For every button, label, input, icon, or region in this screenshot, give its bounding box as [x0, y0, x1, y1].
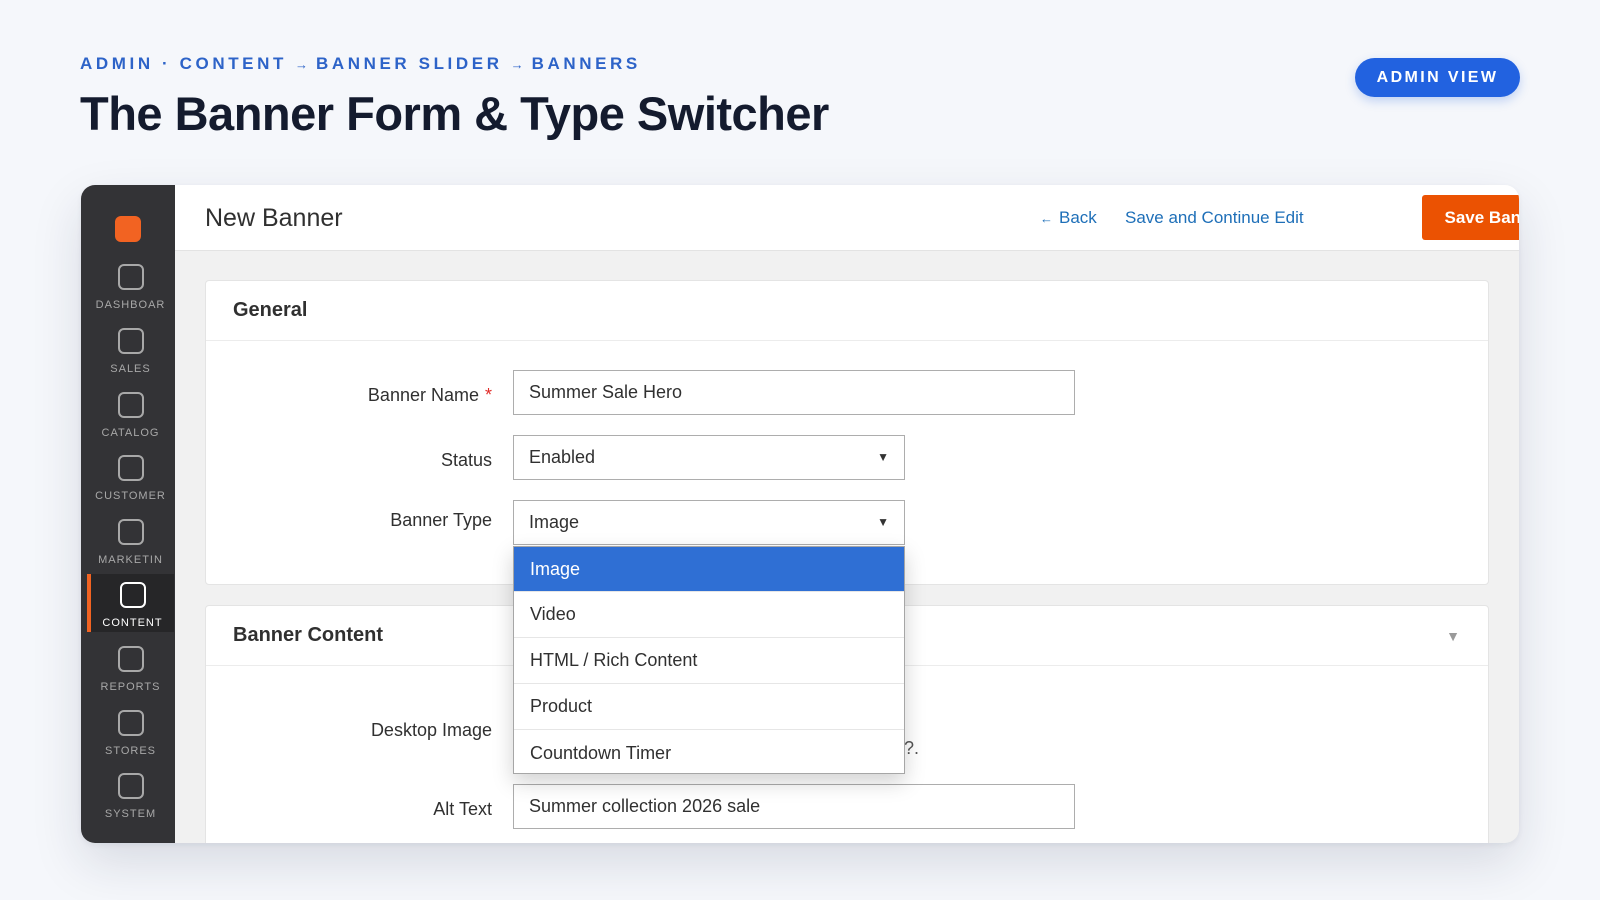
- banner-type-option-video[interactable]: Video: [514, 592, 904, 638]
- sidebar-item-label: MARKETIN: [98, 554, 163, 566]
- breadcrumb-separator: →: [294, 57, 308, 72]
- banner-type-option-countdown[interactable]: Countdown Timer: [514, 730, 904, 776]
- desktop-image-hint: ?.: [904, 738, 920, 758]
- sidebar-item-label: STORES: [104, 745, 157, 757]
- dashboard-icon: [117, 264, 144, 290]
- sidebar-item-sales[interactable]: SALES: [87, 320, 174, 378]
- breadcrumb-banner-slider: BANNER SLIDER: [315, 54, 503, 73]
- marketing-icon: [117, 519, 144, 545]
- breadcrumb: ADMIN · CONTENT → BANNER SLIDER → BANNERS: [80, 54, 641, 74]
- system-icon: [117, 773, 144, 799]
- chevron-down-icon: ▼: [877, 515, 889, 529]
- sidebar-item-content[interactable]: CONTENT: [87, 574, 174, 632]
- banner-name-label-text: Banner Name: [367, 385, 479, 405]
- chevron-down-icon: ▼: [877, 450, 889, 464]
- banner-name-label: Banner Name *: [232, 385, 492, 406]
- sidebar-item-system[interactable]: SYSTEM: [87, 765, 174, 823]
- banner-type-dropdown: Image Video HTML / Rich Content Product …: [513, 546, 905, 774]
- sidebar: DASHBOAR SALES CATALOG CUSTOMER MARKETIN…: [81, 185, 175, 843]
- sales-icon: [117, 328, 144, 354]
- collapse-chevron-icon[interactable]: ▼: [1446, 628, 1460, 644]
- banner-type-select-value: Image: [529, 512, 580, 532]
- sidebar-item-marketing[interactable]: MARKETIN: [87, 511, 174, 569]
- catalog-icon: [117, 392, 144, 418]
- sidebar-item-label: CONTENT: [102, 617, 163, 629]
- sidebar-item-label: REPORTS: [100, 681, 161, 693]
- sidebar-item-stores[interactable]: STORES: [87, 702, 174, 760]
- page-headline: The Banner Form & Type Switcher: [80, 87, 829, 140]
- status-select[interactable]: Enabled ▼: [513, 435, 905, 480]
- save-banner-button[interactable]: Save Banner: [1422, 195, 1519, 240]
- breadcrumb-admin-content: ADMIN · CONTENT: [80, 54, 287, 73]
- content-icon: [119, 582, 146, 608]
- banner-type-option-image[interactable]: Image: [514, 547, 904, 592]
- customer-icon: [117, 455, 144, 481]
- sidebar-item-label: SYSTEM: [104, 808, 157, 820]
- admin-view-badge: ADMIN VIEW: [1355, 58, 1520, 97]
- required-asterisk: *: [484, 385, 492, 405]
- page-header-bar: New Banner ← Back Save and Continue Edit …: [175, 185, 1519, 251]
- status-label: Status: [440, 450, 492, 470]
- breadcrumb-banners: BANNERS: [531, 54, 641, 73]
- sidebar-item-label: CUSTOMER: [95, 490, 166, 502]
- sidebar-item-dashboard[interactable]: DASHBOAR: [87, 256, 174, 314]
- sidebar-item-reports[interactable]: REPORTS: [87, 638, 174, 696]
- banner-content-section-title: Banner Content: [233, 624, 383, 646]
- sidebar-item-label: SALES: [110, 363, 151, 375]
- admin-window: DASHBOAR SALES CATALOG CUSTOMER MARKETIN…: [81, 185, 1519, 843]
- save-and-continue-link[interactable]: Save and Continue Edit: [1125, 208, 1304, 228]
- desktop-image-label: Desktop Image: [370, 720, 492, 740]
- status-select-value: Enabled: [529, 447, 596, 467]
- stores-icon: [117, 710, 144, 736]
- page-title: New Banner: [205, 204, 343, 232]
- breadcrumb-separator: →: [510, 57, 524, 72]
- banner-name-input[interactable]: Summer Sale Hero: [513, 370, 1075, 415]
- banner-type-select[interactable]: Image ▼: [513, 500, 905, 545]
- alt-text-input[interactable]: Summer collection 2026 sale: [513, 784, 1075, 829]
- back-arrow-icon: ←: [1040, 211, 1053, 226]
- banner-type-option-html[interactable]: HTML / Rich Content: [514, 638, 904, 684]
- alt-text-label: Alt Text: [433, 799, 492, 819]
- magento-logo-icon[interactable]: [115, 216, 141, 242]
- banner-type-label: Banner Type: [390, 510, 492, 530]
- sidebar-item-label: CATALOG: [101, 427, 160, 439]
- sidebar-item-catalog[interactable]: CATALOG: [87, 384, 174, 442]
- reports-icon: [117, 646, 144, 672]
- back-link[interactable]: ← Back: [1040, 208, 1097, 228]
- back-label: Back: [1059, 208, 1097, 227]
- sidebar-item-label: DASHBOAR: [95, 299, 166, 311]
- banner-type-option-product[interactable]: Product: [514, 684, 904, 730]
- general-section-title: General: [206, 281, 1488, 341]
- sidebar-item-customer[interactable]: CUSTOMER: [87, 447, 174, 505]
